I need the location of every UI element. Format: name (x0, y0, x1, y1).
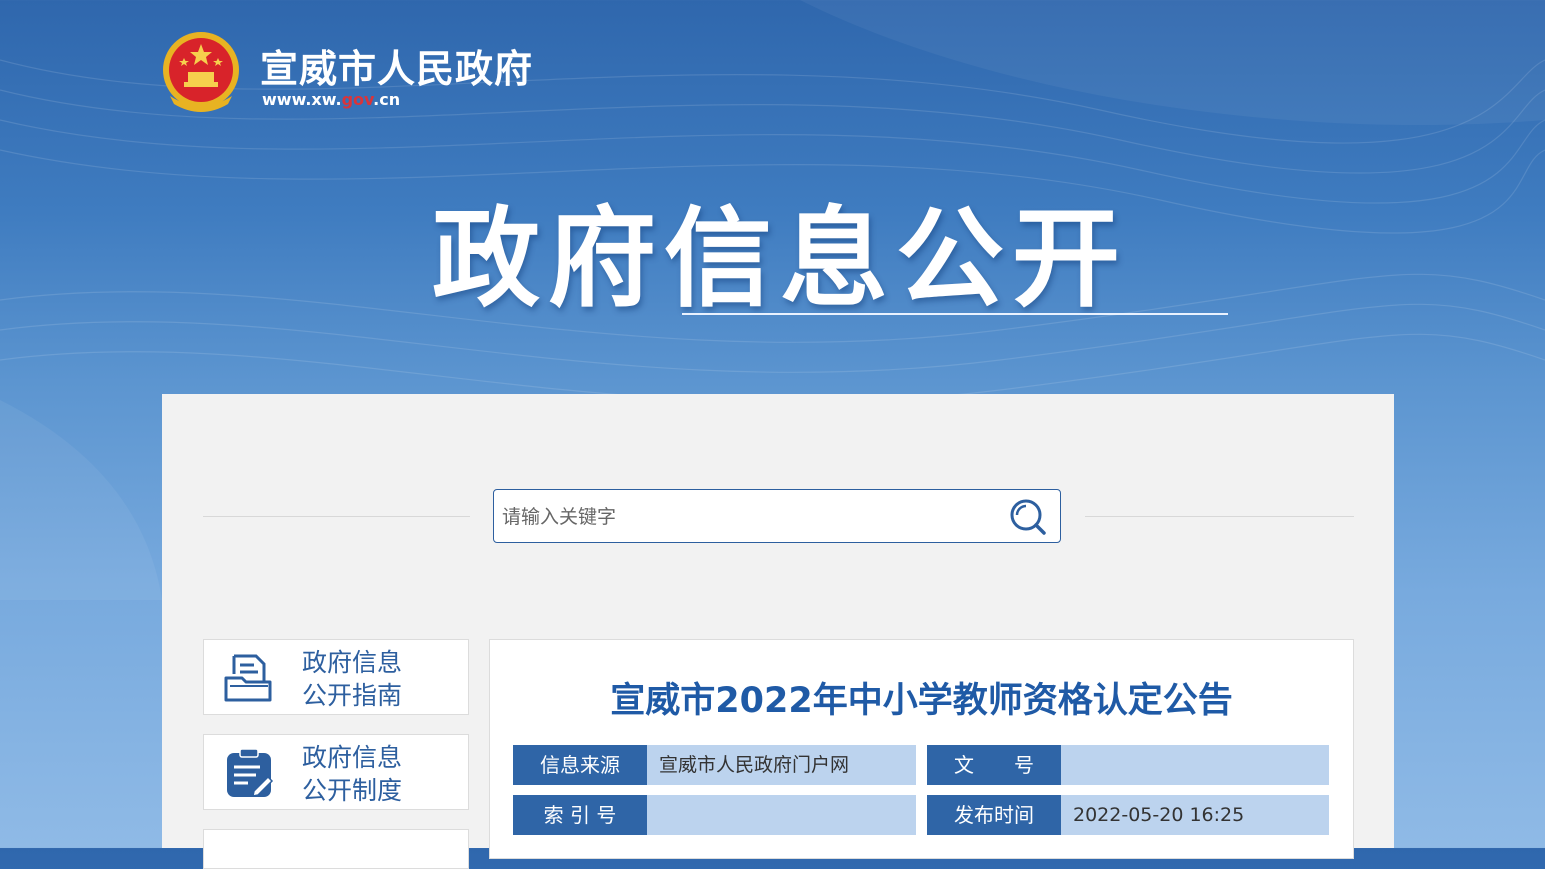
search-icon[interactable] (1006, 496, 1050, 538)
sidebar-item-disclosure-guide[interactable]: 政府信息 公开指南 (203, 639, 469, 715)
publish-time-value: 2022-05-20 16:25 (1061, 795, 1329, 835)
banner-title: 政府信息公开 (431, 197, 1128, 322)
search-box (493, 489, 1061, 543)
doc-number-value (1061, 745, 1329, 785)
sidebar-item-disclosure-system[interactable]: 政府信息 公开制度 (203, 734, 469, 810)
doc-number-label: 文 号 (927, 745, 1061, 785)
sidebar-item-label-line1: 政府信息 (302, 743, 403, 772)
search-input[interactable] (500, 498, 994, 536)
source-value: 宣威市人民政府门户网 (647, 745, 916, 785)
publish-time-label: 发布时间 (927, 795, 1061, 835)
site-url-highlight: gov (341, 90, 374, 109)
site-url-prefix: www.xw. (262, 90, 342, 109)
index-number-value (647, 795, 916, 835)
article-card: 宣威市2022年中小学教师资格认定公告 信息来源 宣威市人民政府门户网 文 号 … (489, 639, 1354, 859)
site-url-suffix: .cn (373, 90, 401, 109)
article-title: 宣威市2022年中小学教师资格认定公告 (610, 681, 1233, 721)
national-emblem-icon (163, 32, 239, 112)
index-number-label: 索 引 号 (513, 795, 647, 835)
search-divider-left (203, 516, 470, 517)
main-panel: 政府信息 公开指南 政府信息 公开制度 宣威市2022年中小学教师资格认定公告 … (162, 394, 1394, 869)
search-divider-right (1085, 516, 1354, 517)
sidebar-item-label-line1: 政府信息 (302, 648, 403, 677)
site-url: www.xw.gov.cn (262, 90, 400, 109)
source-label: 信息来源 (513, 745, 647, 785)
sidebar-item-label-line2: 公开指南 (302, 681, 403, 710)
article-meta-row: 索 引 号 发布时间 2022-05-20 16:25 (513, 795, 1331, 835)
clipboard-edit-icon (227, 748, 274, 797)
sidebar-item-label: 政府信息 公开指南 (302, 646, 402, 712)
article-meta-row: 信息来源 宣威市人民政府门户网 文 号 (513, 745, 1331, 785)
sidebar-item-label: 政府信息 公开制度 (302, 741, 402, 807)
banner-title-underline (682, 313, 1228, 315)
sidebar-item-next[interactable] (203, 829, 469, 869)
site-name: 宣威市人民政府 (260, 47, 534, 91)
sidebar-item-label-line2: 公开制度 (302, 776, 403, 805)
document-folder-icon (224, 654, 272, 702)
